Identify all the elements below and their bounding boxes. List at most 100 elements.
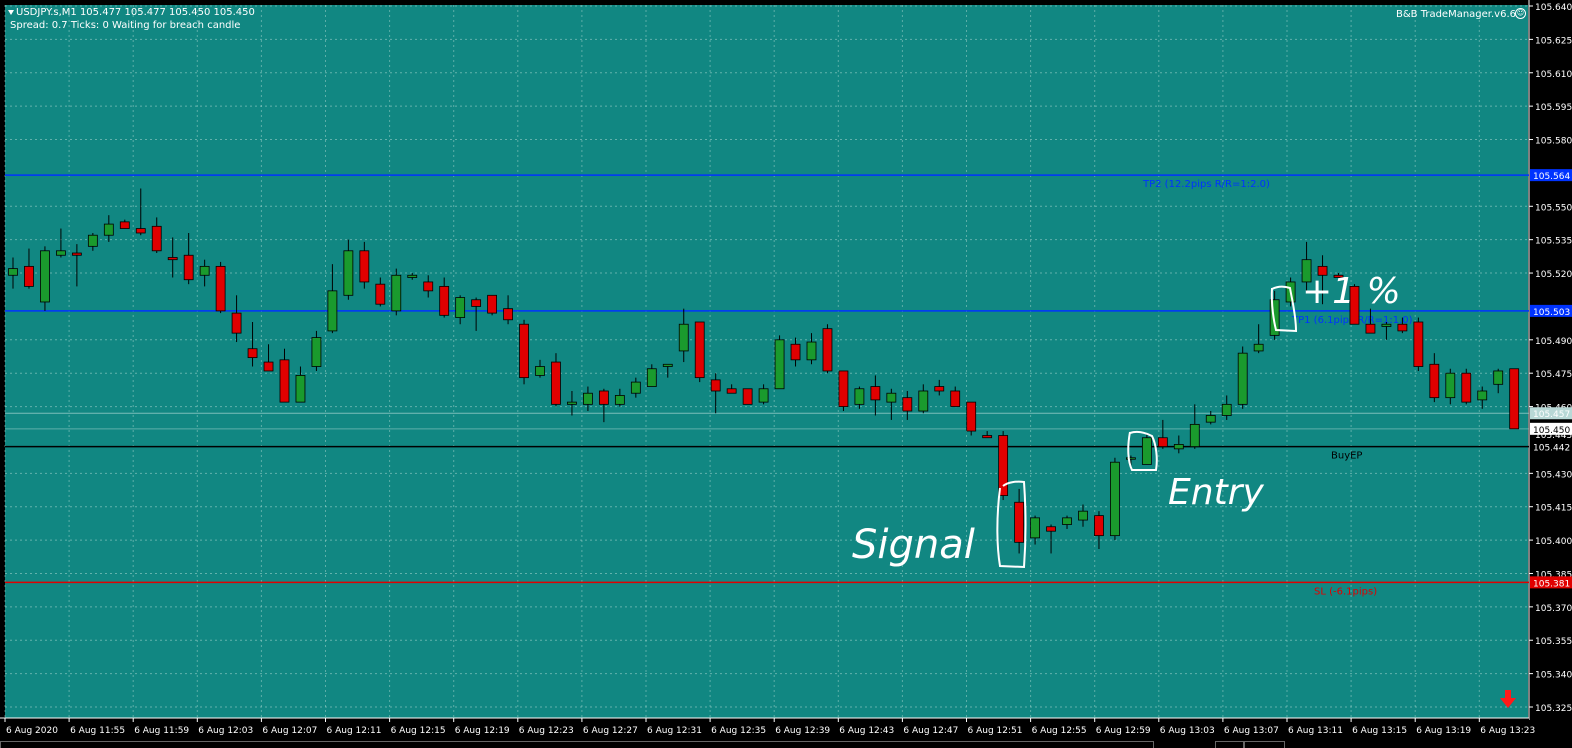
candle-body bbox=[1397, 323, 1408, 332]
candle-body bbox=[1381, 323, 1392, 327]
tp2-price-tag-text: 105.564 bbox=[1533, 172, 1570, 182]
candle-body bbox=[535, 366, 545, 376]
candle-body bbox=[407, 274, 418, 278]
candle-body bbox=[822, 328, 833, 372]
candle-body bbox=[8, 268, 18, 276]
candle-body bbox=[471, 299, 482, 307]
candle-body bbox=[583, 392, 593, 405]
signal-annotation: Signal bbox=[852, 522, 975, 568]
candle-body bbox=[1046, 526, 1056, 532]
candle-body bbox=[519, 323, 529, 379]
candle-body bbox=[1461, 372, 1472, 403]
price-chart: 105.640 105.625 105.610 105.595 105.580 105.5… bbox=[0, 0, 1572, 748]
time-axis-label: 6 Aug 13:11 bbox=[1288, 726, 1343, 736]
candle-body bbox=[1078, 510, 1088, 521]
price-axis-label: 105.625 bbox=[1535, 36, 1572, 46]
candle-body bbox=[1094, 515, 1104, 537]
time-axis-label: 6 Aug 12:23 bbox=[519, 726, 574, 736]
candle-body bbox=[1237, 352, 1248, 405]
time-axis-label: 6 Aug 12:15 bbox=[391, 726, 446, 736]
trade-manager-title: B&B TradeManager.v6.6 bbox=[1396, 9, 1516, 20]
candle-body bbox=[918, 390, 929, 412]
time-axis-label: 6 Aug 12:19 bbox=[455, 726, 510, 736]
candle-body bbox=[343, 250, 354, 296]
candle-body bbox=[1413, 321, 1424, 367]
candle-body bbox=[455, 297, 466, 318]
price-axis-label: 105.400 bbox=[1535, 537, 1572, 547]
price-axis-label: 105.370 bbox=[1535, 604, 1572, 614]
candle-body bbox=[247, 348, 258, 359]
candle-body bbox=[790, 343, 801, 361]
collapse-triangle-icon[interactable] bbox=[8, 10, 14, 15]
candle-body bbox=[1014, 501, 1025, 543]
candle-body bbox=[646, 368, 657, 387]
candle-body bbox=[87, 234, 98, 247]
candle-body bbox=[167, 257, 178, 261]
candle-body bbox=[119, 221, 130, 229]
candle-body bbox=[24, 265, 34, 287]
tp1-price-tag-text: 105.503 bbox=[1533, 308, 1570, 318]
candle-body bbox=[758, 388, 769, 403]
price-axis-label: 105.610 bbox=[1535, 70, 1572, 80]
candle-body bbox=[598, 390, 609, 405]
time-axis-label: 6 Aug 12:47 bbox=[903, 726, 958, 736]
time-axis-label: 6 Aug 12:59 bbox=[1096, 726, 1151, 736]
candle-body bbox=[662, 363, 673, 367]
price-axis-label: 105.340 bbox=[1535, 671, 1572, 681]
time-axis-label: 6 Aug 13:23 bbox=[1480, 726, 1535, 736]
price-axis-label: 105.640 bbox=[1535, 3, 1572, 13]
time-axis-label: 6 Aug 13:03 bbox=[1160, 726, 1215, 736]
time-axis-label: 6 Aug 12:35 bbox=[711, 726, 766, 736]
candle-body bbox=[1189, 423, 1200, 448]
candle-body bbox=[934, 386, 945, 392]
candle-body bbox=[1365, 323, 1376, 334]
ep-price-tag-text: 105.442 bbox=[1533, 444, 1570, 454]
candle-body bbox=[1110, 461, 1120, 537]
symbol-ohlc-line: USDJPY.s,M1 105.477 105.477 105.450 105.… bbox=[16, 7, 255, 18]
price-axis-label: 105.415 bbox=[1535, 504, 1572, 514]
price-axis-label: 105.490 bbox=[1535, 337, 1572, 347]
time-axis-label: 6 Aug 11:55 bbox=[70, 726, 125, 736]
candle-body bbox=[263, 361, 274, 372]
bottom-tab[interactable] bbox=[0, 741, 1154, 748]
candle-body bbox=[279, 359, 290, 403]
time-axis-label: 6 Aug 12:11 bbox=[327, 726, 382, 736]
time-axis-label: 6 Aug 12:03 bbox=[198, 726, 253, 736]
candle-body bbox=[998, 435, 1009, 496]
candle-body bbox=[726, 388, 737, 394]
bottom-tab[interactable] bbox=[1215, 741, 1245, 748]
entry-annotation: Entry bbox=[1168, 472, 1264, 513]
candle-body bbox=[551, 361, 561, 405]
candle-body bbox=[295, 375, 306, 403]
time-axis-label: 6 Aug 12:51 bbox=[968, 726, 1023, 736]
candle-body bbox=[1157, 437, 1168, 448]
time-axis-label: 6 Aug 13:19 bbox=[1416, 726, 1471, 736]
price-axis-label: 105.550 bbox=[1535, 203, 1572, 213]
price-axis-label: 105.325 bbox=[1535, 704, 1572, 714]
candle-body bbox=[1062, 517, 1072, 525]
ea-status-line: Spread: 0.7 Ticks: 0 Waiting for breach … bbox=[10, 20, 241, 31]
candle-body bbox=[503, 308, 513, 321]
candle-body bbox=[774, 339, 785, 390]
candle-body bbox=[1477, 390, 1488, 401]
candle-body bbox=[40, 250, 50, 303]
candle-body bbox=[1429, 363, 1440, 399]
candle-body bbox=[1141, 437, 1152, 465]
candle-body bbox=[327, 290, 338, 332]
candle-body bbox=[630, 381, 641, 394]
tp2-line-label: TP2 (12.2pips R/R=1:2.0) bbox=[1142, 179, 1270, 190]
smiley-icon: ☺ bbox=[1515, 8, 1526, 19]
candle-body bbox=[151, 225, 162, 252]
bottom-tab[interactable] bbox=[1243, 741, 1285, 748]
candle-body bbox=[311, 337, 322, 367]
candle-body bbox=[694, 321, 705, 379]
candle-body bbox=[838, 370, 849, 407]
time-axis-label: 6 Aug 13:15 bbox=[1352, 726, 1407, 736]
candle-body bbox=[806, 341, 817, 361]
time-axis-label: 6 Aug 12:07 bbox=[262, 726, 317, 736]
time-axis-label: 6 Aug 12:39 bbox=[775, 726, 830, 736]
candle-body bbox=[742, 388, 753, 405]
price-axis-label: 105.595 bbox=[1535, 103, 1572, 113]
candle-body bbox=[902, 397, 913, 412]
candle-body bbox=[375, 283, 386, 305]
